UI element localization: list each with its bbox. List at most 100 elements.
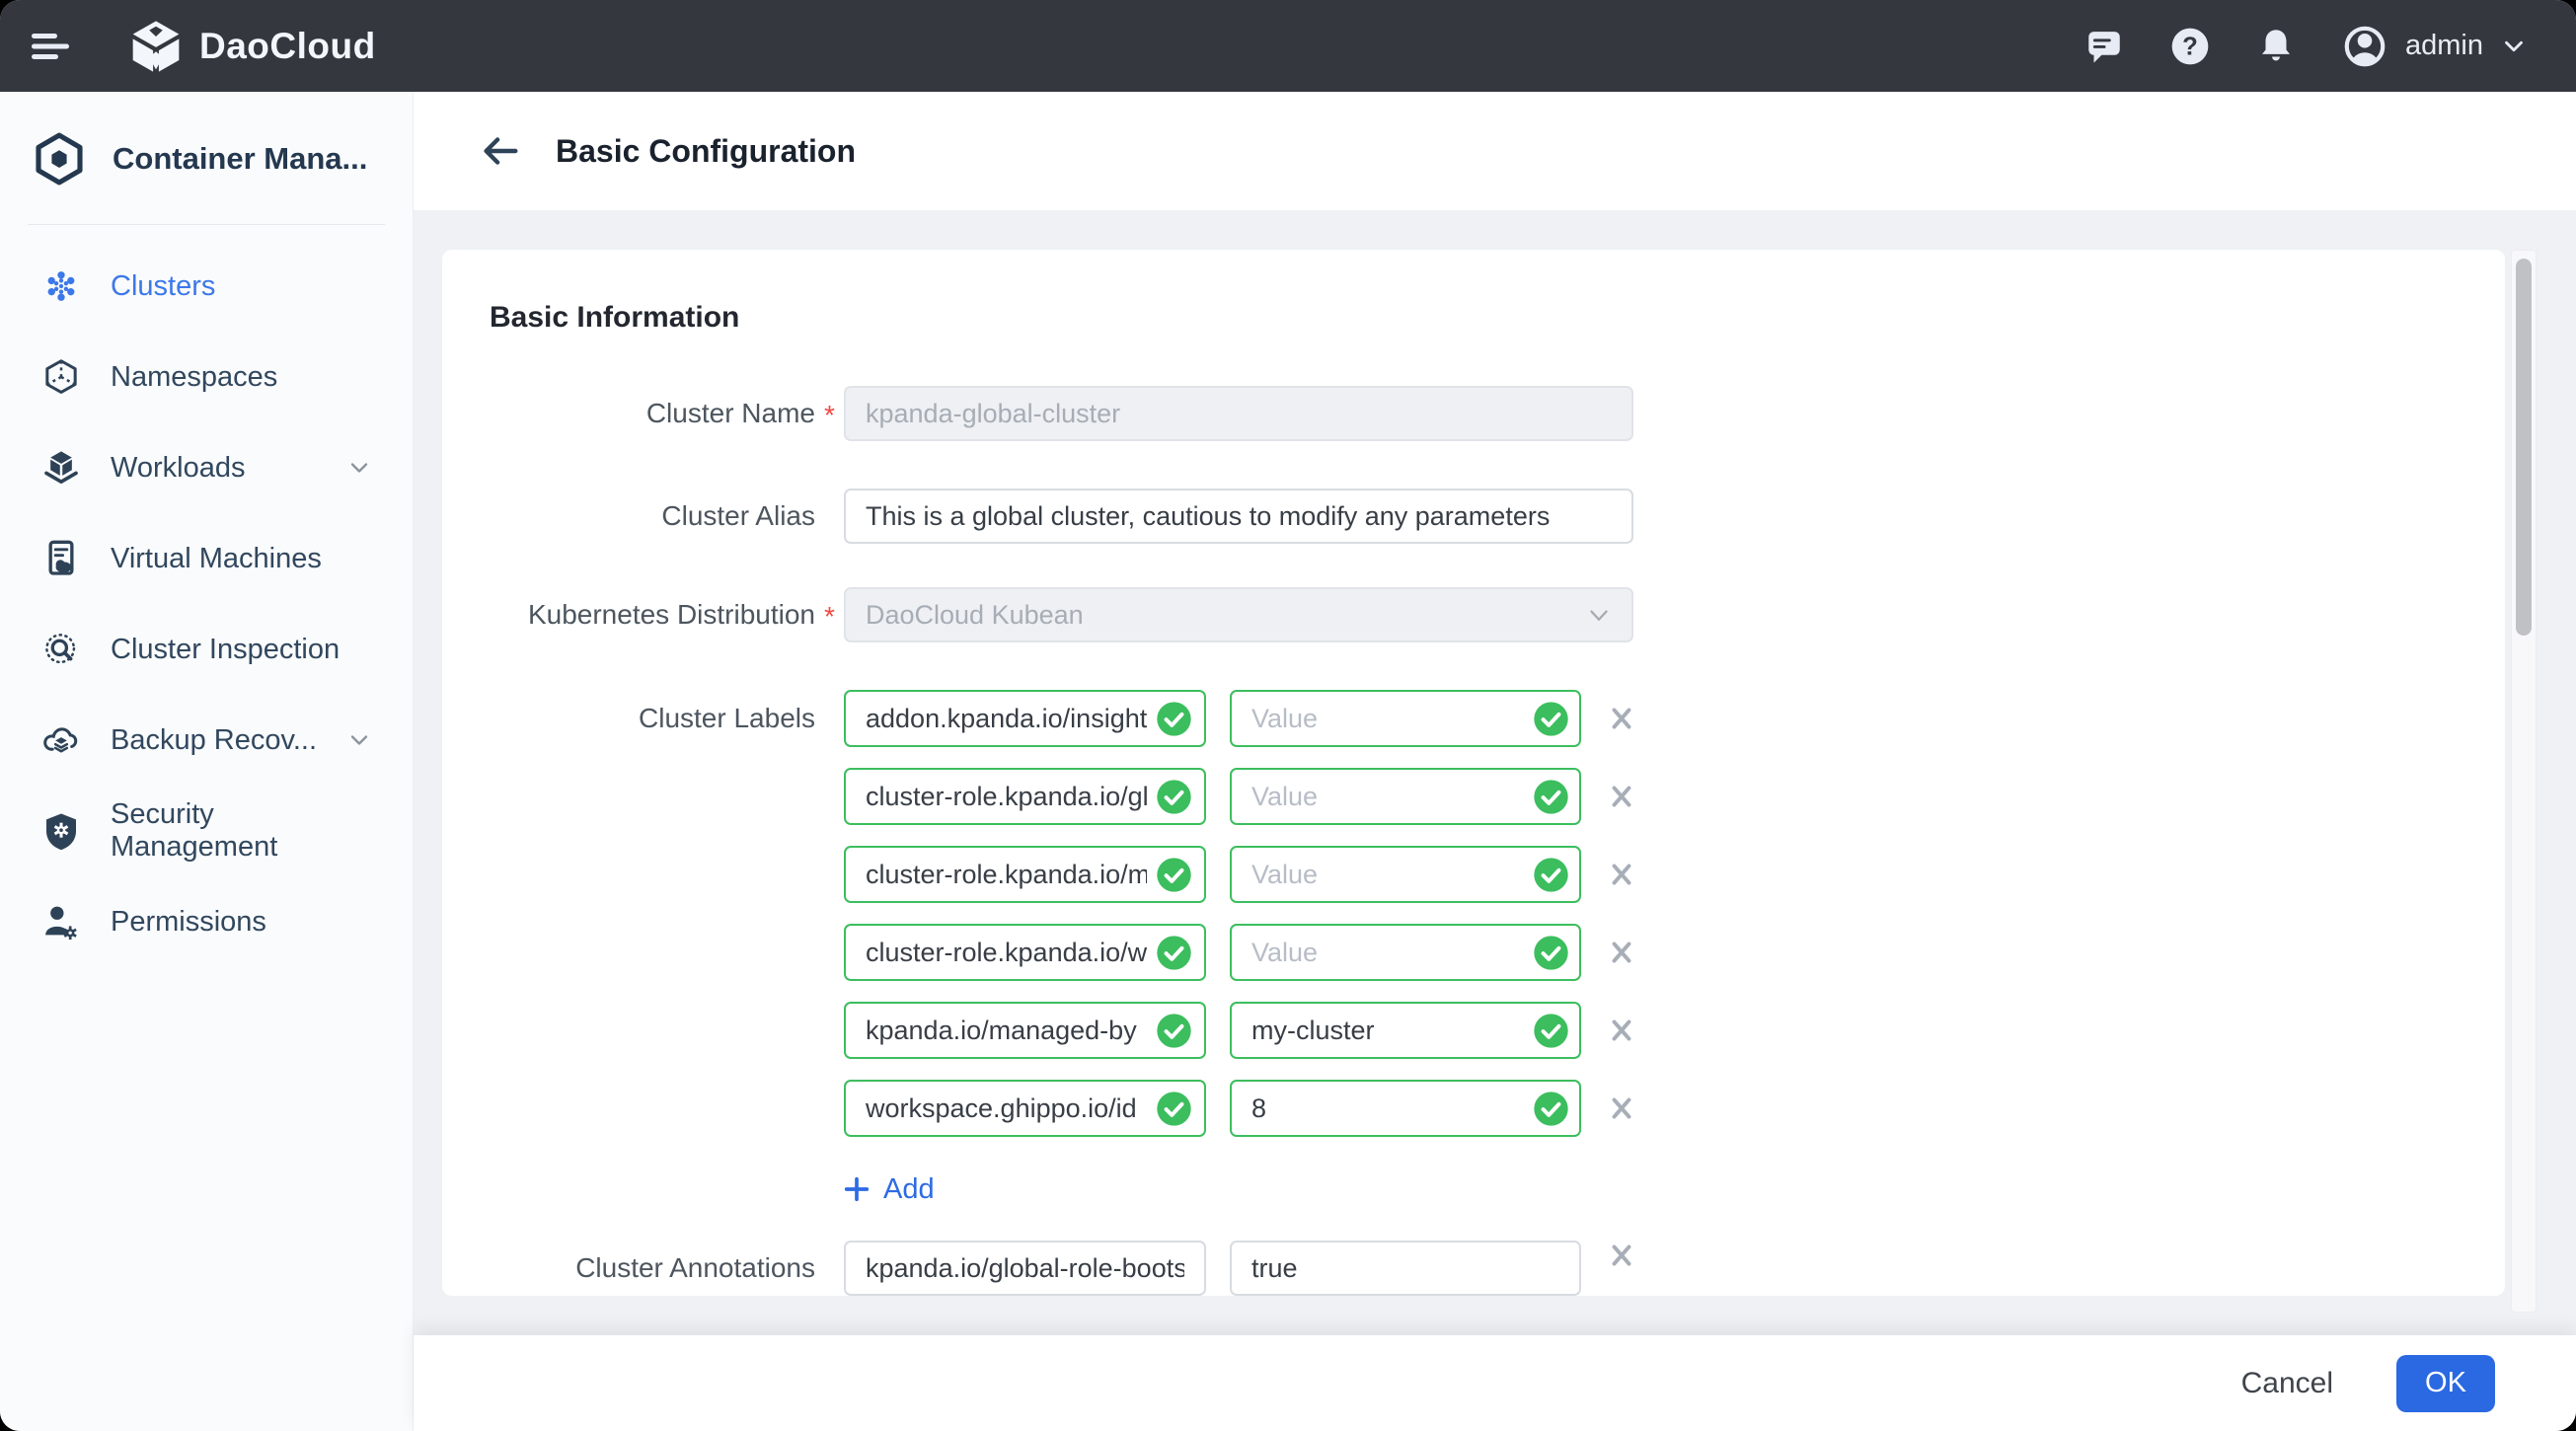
- vertical-scrollbar[interactable]: [2511, 250, 2537, 1313]
- body-row: Container Mana... Clusters: [0, 92, 2576, 1431]
- cluster-name-label: Cluster Name: [490, 386, 815, 445]
- cluster-inspection-icon: [41, 630, 81, 669]
- required-asterisk: *: [815, 386, 844, 445]
- label-row: [844, 1002, 1636, 1059]
- sidebar-item-label: Clusters: [111, 270, 373, 303]
- label-row: [844, 846, 1636, 903]
- sidebar-item-label: Permissions: [111, 906, 373, 939]
- label-key-input[interactable]: [844, 690, 1206, 747]
- sidebar-item-cluster-inspection[interactable]: Cluster Inspection: [0, 604, 413, 695]
- close-x-icon: [1607, 782, 1636, 811]
- brand-logo[interactable]: DaoCloud: [128, 19, 376, 74]
- label-value-input[interactable]: [1230, 924, 1581, 981]
- label-key-input[interactable]: [844, 1080, 1206, 1137]
- remove-label-button[interactable]: [1607, 1016, 1636, 1045]
- product-header[interactable]: Container Mana...: [0, 92, 413, 224]
- sidebar-item-virtual-machines[interactable]: Virtual Machines: [0, 513, 413, 604]
- bell-icon: [2255, 25, 2297, 68]
- cancel-button[interactable]: Cancel: [2235, 1366, 2339, 1401]
- spacer: [815, 690, 844, 1207]
- spacer: [815, 1241, 844, 1296]
- add-label-button[interactable]: Add: [844, 1171, 1636, 1207]
- sidebar-item-security-management[interactable]: Security Management: [0, 786, 413, 876]
- cluster-labels-row: Cluster Labels: [490, 690, 2446, 1207]
- label-value-input[interactable]: [1230, 846, 1581, 903]
- label-value-input[interactable]: [1230, 1002, 1581, 1059]
- back-button[interactable]: [477, 128, 522, 174]
- cluster-annotations-row: Cluster Annotations: [490, 1241, 2446, 1296]
- user-menu[interactable]: admin: [2340, 22, 2529, 71]
- header-left: DaoCloud: [30, 19, 376, 74]
- label-row: [844, 924, 1636, 981]
- spacer: [815, 489, 844, 544]
- remove-label-button[interactable]: [1607, 860, 1636, 889]
- sidebar-item-namespaces[interactable]: Namespaces: [0, 332, 413, 422]
- sidebar-item-workloads[interactable]: Workloads: [0, 422, 413, 513]
- app-window: DaoCloud ?: [0, 0, 2576, 1431]
- remove-label-button[interactable]: [1607, 1093, 1636, 1123]
- close-x-icon: [1607, 860, 1636, 889]
- remove-label-button[interactable]: [1607, 938, 1636, 967]
- label-value-input[interactable]: [1230, 768, 1581, 825]
- sidebar-item-permissions[interactable]: Permissions: [0, 876, 413, 967]
- label-key-input[interactable]: [844, 768, 1206, 825]
- page-titlebar: Basic Configuration: [414, 92, 2576, 210]
- avatar-icon: [2340, 22, 2389, 71]
- annotation-value-input[interactable]: [1230, 1241, 1581, 1296]
- hamburger-menu-icon: [30, 32, 71, 61]
- clusters-icon: [41, 266, 81, 306]
- sidebar-nav: Clusters Namespaces: [0, 225, 413, 967]
- sidebar-item-label: Workloads: [111, 452, 345, 485]
- virtual-machines-icon: [41, 539, 81, 578]
- main-area: Basic Configuration Basic Information Cl…: [414, 92, 2576, 1431]
- sidebar-item-label: Namespaces: [111, 361, 373, 394]
- add-label-text: Add: [883, 1173, 935, 1206]
- kubernetes-distribution-row: Kubernetes Distribution *: [490, 587, 2446, 646]
- label-value-input[interactable]: [1230, 690, 1581, 747]
- scrollbar-thumb[interactable]: [2516, 259, 2532, 636]
- notifications-button[interactable]: [2255, 25, 2297, 68]
- remove-label-button[interactable]: [1607, 704, 1636, 733]
- cluster-name-input[interactable]: [844, 386, 1633, 441]
- product-title: Container Mana...: [113, 141, 367, 177]
- kubernetes-distribution-select[interactable]: [844, 587, 1633, 646]
- close-x-icon: [1607, 1093, 1636, 1123]
- sidebar-item-backup-recovery[interactable]: Backup Recov...: [0, 695, 413, 786]
- annotation-key-input[interactable]: [844, 1241, 1206, 1296]
- label-key-input[interactable]: [844, 846, 1206, 903]
- security-management-icon: [41, 811, 81, 851]
- user-name: admin: [2405, 30, 2483, 62]
- workloads-icon: [41, 448, 81, 488]
- cluster-alias-input[interactable]: [844, 489, 1633, 544]
- action-footer: Cancel OK: [414, 1335, 2576, 1431]
- label-key-input[interactable]: [844, 924, 1206, 981]
- menu-toggle-button[interactable]: [30, 32, 71, 61]
- svg-text:?: ?: [2182, 33, 2198, 60]
- cluster-name-row: Cluster Name *: [490, 386, 2446, 445]
- back-arrow-icon: [477, 128, 522, 174]
- cluster-alias-label: Cluster Alias: [490, 489, 815, 544]
- section-title: Basic Information: [490, 301, 2446, 335]
- messages-button[interactable]: [2084, 25, 2125, 68]
- ok-button[interactable]: OK: [2396, 1355, 2495, 1412]
- label-row: [844, 768, 1636, 825]
- help-button[interactable]: ?: [2168, 25, 2212, 68]
- content-area: Basic Information Cluster Name * Cluster…: [414, 210, 2576, 1335]
- header-right: ? admin: [2084, 22, 2529, 71]
- remove-annotation-button[interactable]: [1607, 1241, 1636, 1296]
- label-value-input[interactable]: [1230, 1080, 1581, 1137]
- remove-label-button[interactable]: [1607, 782, 1636, 811]
- close-x-icon: [1607, 1016, 1636, 1045]
- cluster-annotations-label: Cluster Annotations: [490, 1241, 815, 1296]
- help-icon: ?: [2168, 25, 2212, 68]
- container-management-icon: [32, 131, 87, 187]
- label-key-input[interactable]: [844, 1002, 1206, 1059]
- kubernetes-distribution-label: Kubernetes Distribution: [490, 587, 815, 646]
- sidebar-item-clusters[interactable]: Clusters: [0, 241, 413, 332]
- cluster-labels-label: Cluster Labels: [490, 690, 815, 1207]
- cluster-alias-row: Cluster Alias: [490, 489, 2446, 544]
- chevron-down-icon: [345, 454, 373, 482]
- sidebar: Container Mana... Clusters: [0, 92, 414, 1431]
- close-x-icon: [1607, 1241, 1636, 1270]
- top-header: DaoCloud ?: [0, 0, 2576, 92]
